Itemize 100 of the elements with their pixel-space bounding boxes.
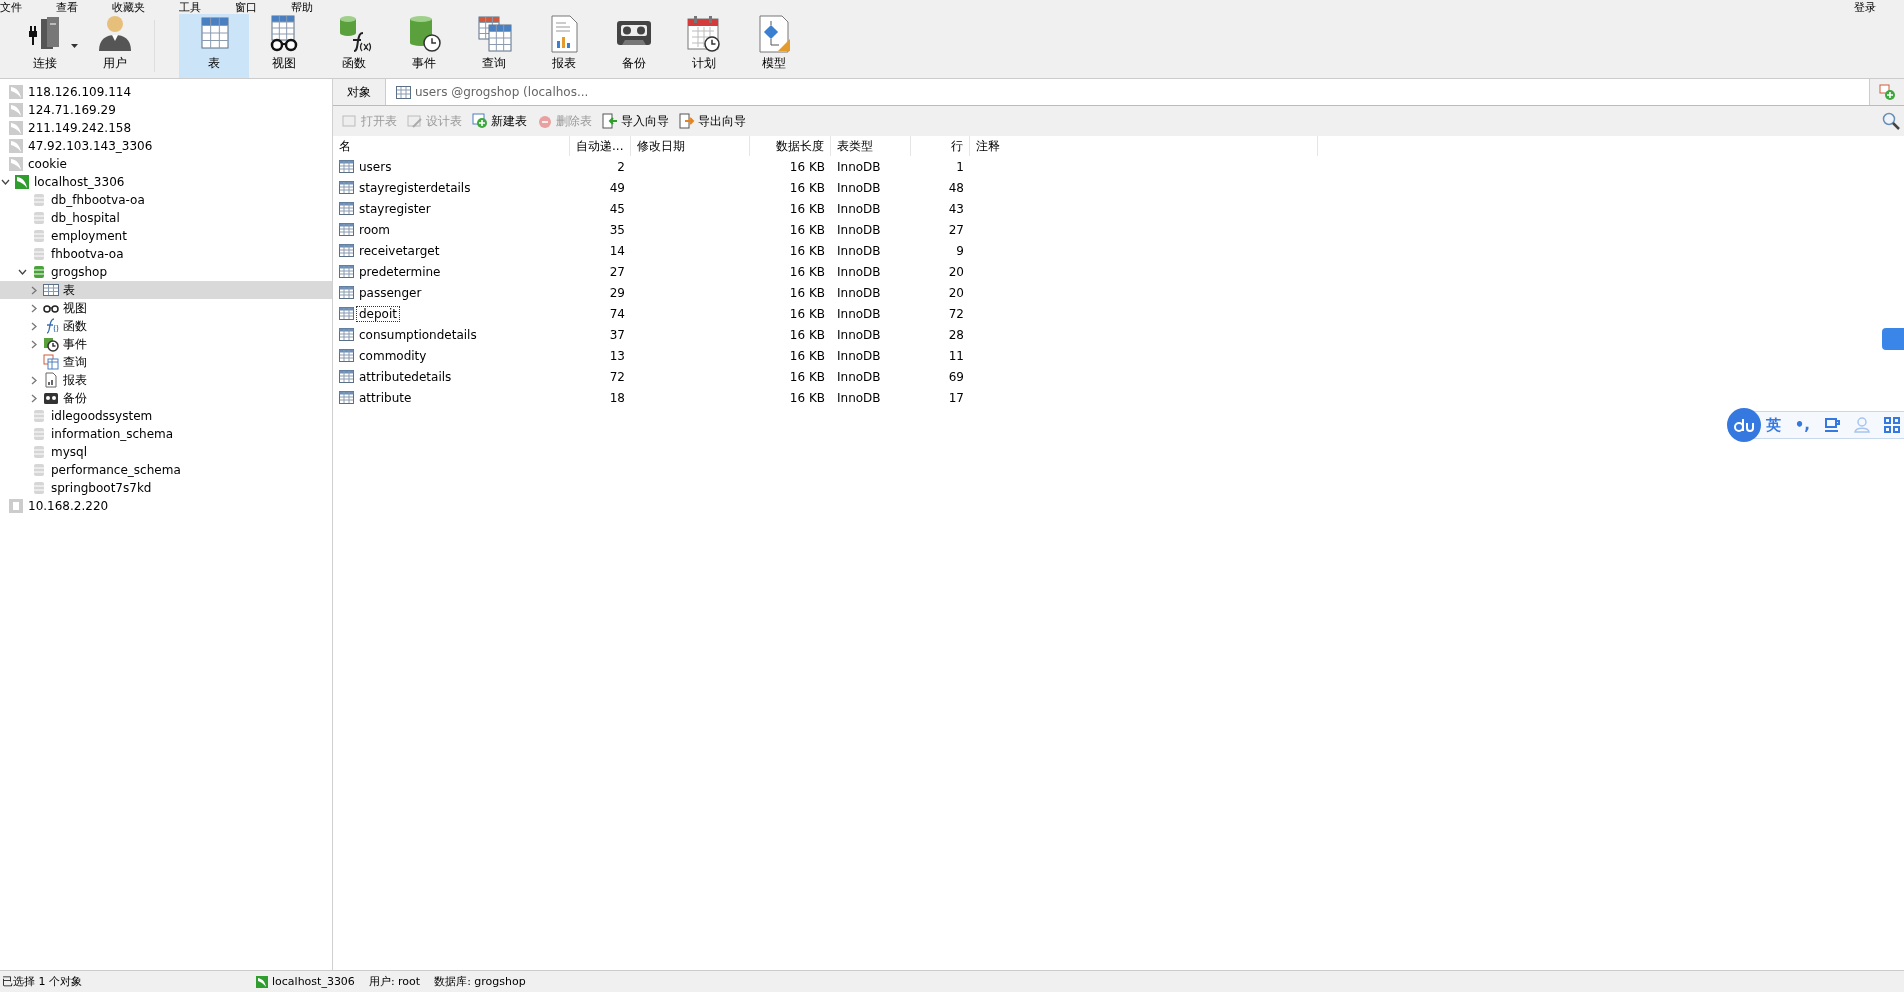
column-header[interactable]: 修改日期 [631, 136, 750, 156]
table-icon [339, 181, 354, 194]
toolbar-button[interactable]: 视图 [249, 14, 319, 78]
dolphin-server-icon [256, 975, 268, 988]
tree-item[interactable]: 函数 [63, 317, 87, 335]
column-header[interactable]: 数据长度 [750, 136, 831, 156]
table-name[interactable]: passenger [356, 284, 425, 301]
table-cell-text: 28 [947, 327, 965, 342]
toolbar-button[interactable]: 函数 [319, 14, 389, 78]
chevron-down-icon[interactable] [17, 269, 27, 275]
toolbar-button[interactable]: 新建表 [469, 110, 530, 132]
table-cell-text: 72 [608, 369, 626, 384]
table-icon [339, 160, 354, 173]
tree-item[interactable]: springboot7s7kd [51, 481, 152, 495]
toolbar-button[interactable]: 表 [179, 14, 249, 78]
tree-item[interactable]: localhost_3306 [34, 175, 125, 189]
tree-item[interactable]: idlegoodssystem [51, 409, 153, 423]
tree-item[interactable]: 47.92.103.143_3306 [28, 139, 153, 153]
chevron-right-icon[interactable] [31, 393, 37, 403]
table-cell-text: 16 KB [788, 390, 826, 405]
column-header[interactable]: 表类型 [831, 136, 911, 156]
ime-button[interactable]: 英 [1765, 415, 1781, 435]
toolbar-button[interactable]: 模型 [739, 14, 809, 78]
table-cell-text: 2 [616, 159, 626, 174]
tree-item[interactable]: 备份 [63, 389, 87, 407]
tab[interactable]: users @grogshop (localhos... [385, 79, 1870, 105]
table-name[interactable]: predetermine [356, 263, 444, 280]
new-table-icon[interactable] [1879, 84, 1895, 100]
menu-item[interactable]: 窗口 [235, 1, 257, 14]
tree-item[interactable]: fhbootva-oa [51, 247, 124, 261]
table-name[interactable]: room [356, 221, 394, 238]
toolbar-button[interactable]: 导入向导 [599, 110, 672, 132]
menu-item[interactable]: 查看 [56, 1, 78, 14]
menu-item[interactable]: 工具 [179, 1, 201, 14]
report-icon [43, 372, 59, 388]
table-cell-text: InnoDB [836, 390, 882, 405]
table-name[interactable]: receivetarget [356, 242, 443, 259]
table-cell-text: InnoDB [836, 264, 882, 279]
chevron-down-icon[interactable] [0, 179, 10, 185]
table-name[interactable]: stayregister [356, 200, 434, 217]
tree-item[interactable]: 报表 [63, 371, 87, 389]
column-header[interactable]: 行 [911, 136, 970, 156]
chevron-right-icon[interactable] [31, 303, 37, 313]
cup-icon [1824, 417, 1840, 433]
tree-item[interactable]: db_hospital [51, 211, 120, 225]
chevron-right-icon[interactable] [31, 285, 37, 295]
menu-item[interactable]: 文件 [0, 1, 22, 14]
toolbar-button[interactable]: 报表 [529, 14, 599, 78]
chevron-right-icon[interactable] [31, 375, 37, 385]
table-cell-text: InnoDB [836, 159, 882, 174]
toolbar-button[interactable]: 连接 [10, 14, 80, 78]
tree-item[interactable]: 查询 [63, 353, 87, 371]
toolbar-button[interactable]: 导出向导 [676, 110, 749, 132]
table-name[interactable]: stayregisterdetails [356, 179, 474, 196]
tree-item[interactable]: mysql [51, 445, 87, 459]
tree-item[interactable]: employment [51, 229, 127, 243]
table-icon [396, 85, 411, 99]
table-icon [339, 328, 354, 341]
table-cell-text: InnoDB [836, 306, 882, 321]
tab[interactable]: 对象 [333, 79, 385, 105]
tree-item[interactable]: 10.168.2.220 [28, 499, 109, 513]
tree-item[interactable]: 视图 [63, 299, 87, 317]
tree-item[interactable]: 事件 [63, 335, 87, 353]
table-icon [339, 265, 354, 278]
tree-item[interactable]: performance_schema [51, 463, 181, 477]
search-icon[interactable] [1882, 112, 1900, 130]
table-cell-text: 49 [608, 180, 626, 195]
tree-item[interactable]: 211.149.242.158 [28, 121, 132, 135]
table-name[interactable]: consumptiondetails [356, 326, 480, 343]
table-icon [339, 391, 354, 404]
toolbar-button[interactable]: 计划 [669, 14, 739, 78]
column-header[interactable]: 注释 [970, 136, 1318, 156]
chevron-right-icon[interactable] [31, 321, 37, 331]
table-name[interactable]: commodity [356, 347, 430, 364]
table-cell-text: 74 [608, 306, 626, 321]
table-name[interactable]: users [356, 158, 395, 175]
tree-item[interactable]: 124.71.169.29 [28, 103, 116, 117]
toolbar-button[interactable]: 备份 [599, 14, 669, 78]
column-header[interactable]: 名 [333, 136, 570, 156]
menu-item[interactable]: 帮助 [291, 1, 313, 14]
delete-icon [537, 113, 553, 129]
toolbar-button[interactable]: 用户 [80, 14, 150, 78]
tree-item[interactable]: db_fhbootva-oa [51, 193, 145, 207]
menu-item[interactable]: 收藏夹 [112, 1, 145, 14]
login-link[interactable]: 登录 [1854, 1, 1876, 14]
tree-item[interactable]: 118.126.109.114 [28, 85, 132, 99]
table-name[interactable]: attribute [356, 389, 415, 406]
tree-item[interactable]: grogshop [51, 265, 108, 279]
table-cell-text: 11 [947, 348, 965, 363]
toolbar-button[interactable]: 事件 [389, 14, 459, 78]
toolbar-button[interactable]: 查询 [459, 14, 529, 78]
tree-item[interactable]: cookie [28, 157, 67, 171]
chevron-right-icon[interactable] [31, 339, 37, 349]
table-name[interactable]: attributedetails [356, 368, 455, 385]
ime-button[interactable]: •, [1794, 416, 1810, 434]
table-icon [339, 223, 354, 236]
column-header[interactable]: 自动递... [570, 136, 631, 156]
table-name[interactable]: depoit [356, 305, 400, 322]
tree-item[interactable]: 表 [63, 281, 75, 299]
tree-item[interactable]: information_schema [51, 427, 174, 441]
